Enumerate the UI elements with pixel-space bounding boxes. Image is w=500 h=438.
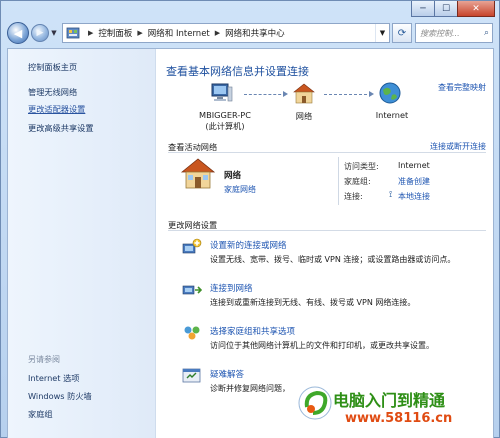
sidebar: 控制面板主页 管理无线网络 更改适配器设置 更改高级共享设置 另请参阅 Inte…	[8, 49, 156, 438]
connection-label: 连接:	[344, 192, 363, 201]
watermark: 电脑入门到精通 www.58116.cn	[293, 381, 493, 438]
internet-node-label: Internet	[375, 110, 409, 120]
caption-buttons: ─ ☐ ✕	[411, 1, 495, 17]
window: ─ ☐ ✕ ◀ ▶ ▼ ▶ 控制面板 ▶ 网络和 Internet ▶ 网络和共…	[0, 0, 500, 438]
see-also-windows-firewall[interactable]: Windows 防火墙	[28, 390, 92, 402]
back-button[interactable]: ◀	[7, 22, 29, 44]
local-connection-link[interactable]: 本地连接	[398, 191, 430, 202]
task-connect-network-link[interactable]: 连接到网络	[210, 282, 253, 294]
connect-disconnect-link[interactable]: 连接或断开连接	[430, 141, 486, 152]
watermark-url: www.58116.cn	[345, 411, 453, 426]
globe-icon	[379, 82, 401, 104]
see-also-homegroup[interactable]: 家庭组	[28, 408, 53, 420]
home-network-icon	[180, 158, 216, 189]
close-button[interactable]: ✕	[457, 1, 495, 17]
navigation-bar: ◀ ▶ ▼ ▶ 控制面板 ▶ 网络和 Internet ▶ 网络和共享中心 ▼ …	[7, 21, 493, 45]
page-title: 查看基本网络信息并设置连接	[166, 65, 309, 78]
see-also-internet-options[interactable]: Internet 选项	[28, 372, 80, 384]
task-new-connection-desc: 设置无线、宽带、拨号、临时或 VPN 连接；或设置路由器或访问点。	[210, 255, 456, 264]
breadcrumb-separator[interactable]: ▶	[215, 29, 220, 37]
new-connection-icon	[182, 238, 202, 254]
full-map-link[interactable]: 查看完整映射	[438, 82, 486, 93]
refresh-button[interactable]: ⟳	[392, 23, 412, 43]
forward-button[interactable]: ▶	[31, 24, 49, 42]
task-troubleshoot-desc: 诊断并修复网络问题，	[210, 384, 290, 393]
search-icon[interactable]: ⌕	[484, 28, 489, 38]
see-also-heading: 另请参阅	[28, 355, 60, 364]
minimize-button[interactable]: ─	[411, 1, 435, 17]
connection-arrow	[244, 91, 288, 97]
search-placeholder: 搜索控制...	[420, 28, 460, 38]
network-type-link[interactable]: 家庭网络	[224, 184, 256, 195]
task-homegroup-desc: 访问位于其他网络计算机上的文件和打印机，或更改共享设置。	[210, 341, 434, 350]
sidebar-item-adapter-settings[interactable]: 更改适配器设置	[28, 103, 85, 115]
homegroup-icon	[184, 326, 200, 340]
computer-node: MBIGGER-PC (此计算机)	[184, 110, 266, 132]
section-divider	[168, 152, 486, 153]
vertical-divider	[338, 157, 339, 205]
homegroup-label: 家庭组:	[344, 177, 371, 186]
content-area: 控制面板主页 管理无线网络 更改适配器设置 更改高级共享设置 另请参阅 Inte…	[7, 48, 494, 438]
watermark-text: 电脑入门到精通	[333, 391, 446, 410]
network-adapter-icon: ⟟	[389, 190, 393, 200]
breadcrumb-separator[interactable]: ▶	[137, 29, 142, 37]
breadcrumb-separator: ▶	[88, 29, 94, 37]
computer-name: MBIGGER-PC	[199, 110, 251, 120]
access-type-label: 访问类型:	[344, 162, 379, 171]
homegroup-link[interactable]: 准备创建	[398, 176, 430, 187]
address-bar[interactable]: ▶ 控制面板 ▶ 网络和 Internet ▶ 网络和共享中心 ▼	[62, 23, 390, 43]
computer-icon	[211, 83, 233, 102]
sidebar-item-advanced-sharing[interactable]: 更改高级共享设置	[28, 122, 94, 134]
task-connect-network-desc: 连接到或重新连接到无线、有线、拨号或 VPN 网络连接。	[210, 298, 416, 307]
troubleshoot-icon	[182, 368, 201, 383]
computer-sublabel: (此计算机)	[205, 121, 245, 131]
network-name: 网络	[224, 171, 242, 181]
sidebar-item-control-panel-home[interactable]: 控制面板主页	[28, 61, 77, 73]
address-dropdown-icon[interactable]: ▼	[375, 24, 389, 42]
watermark-logo-icon	[298, 386, 332, 420]
history-dropdown-icon[interactable]: ▼	[49, 29, 59, 37]
breadcrumb-network-sharing-center[interactable]: 网络和共享中心	[225, 27, 285, 39]
house-icon	[293, 83, 315, 104]
network-node-label: 网络	[295, 111, 313, 121]
main-panel: 查看基本网络信息并设置连接 查看完整映射 MBIGGER-PC (此计算机) 网…	[156, 49, 493, 438]
access-type-value: Internet	[398, 161, 430, 170]
connect-network-icon	[182, 285, 202, 295]
section-divider	[168, 230, 486, 231]
search-input[interactable]: 搜索控制... ⌕	[415, 23, 493, 43]
maximize-button[interactable]: ☐	[434, 1, 458, 17]
connection-arrow	[324, 91, 374, 97]
sidebar-item-manage-wireless[interactable]: 管理无线网络	[28, 86, 77, 98]
control-panel-icon	[66, 27, 80, 39]
breadcrumb-control-panel[interactable]: 控制面板	[98, 27, 132, 39]
breadcrumb-network-internet[interactable]: 网络和 Internet	[148, 27, 210, 39]
task-troubleshoot-link[interactable]: 疑难解答	[210, 368, 244, 380]
task-homegroup-link[interactable]: 选择家庭组和共享选项	[210, 325, 295, 337]
task-new-connection-link[interactable]: 设置新的连接或网络	[210, 239, 287, 251]
